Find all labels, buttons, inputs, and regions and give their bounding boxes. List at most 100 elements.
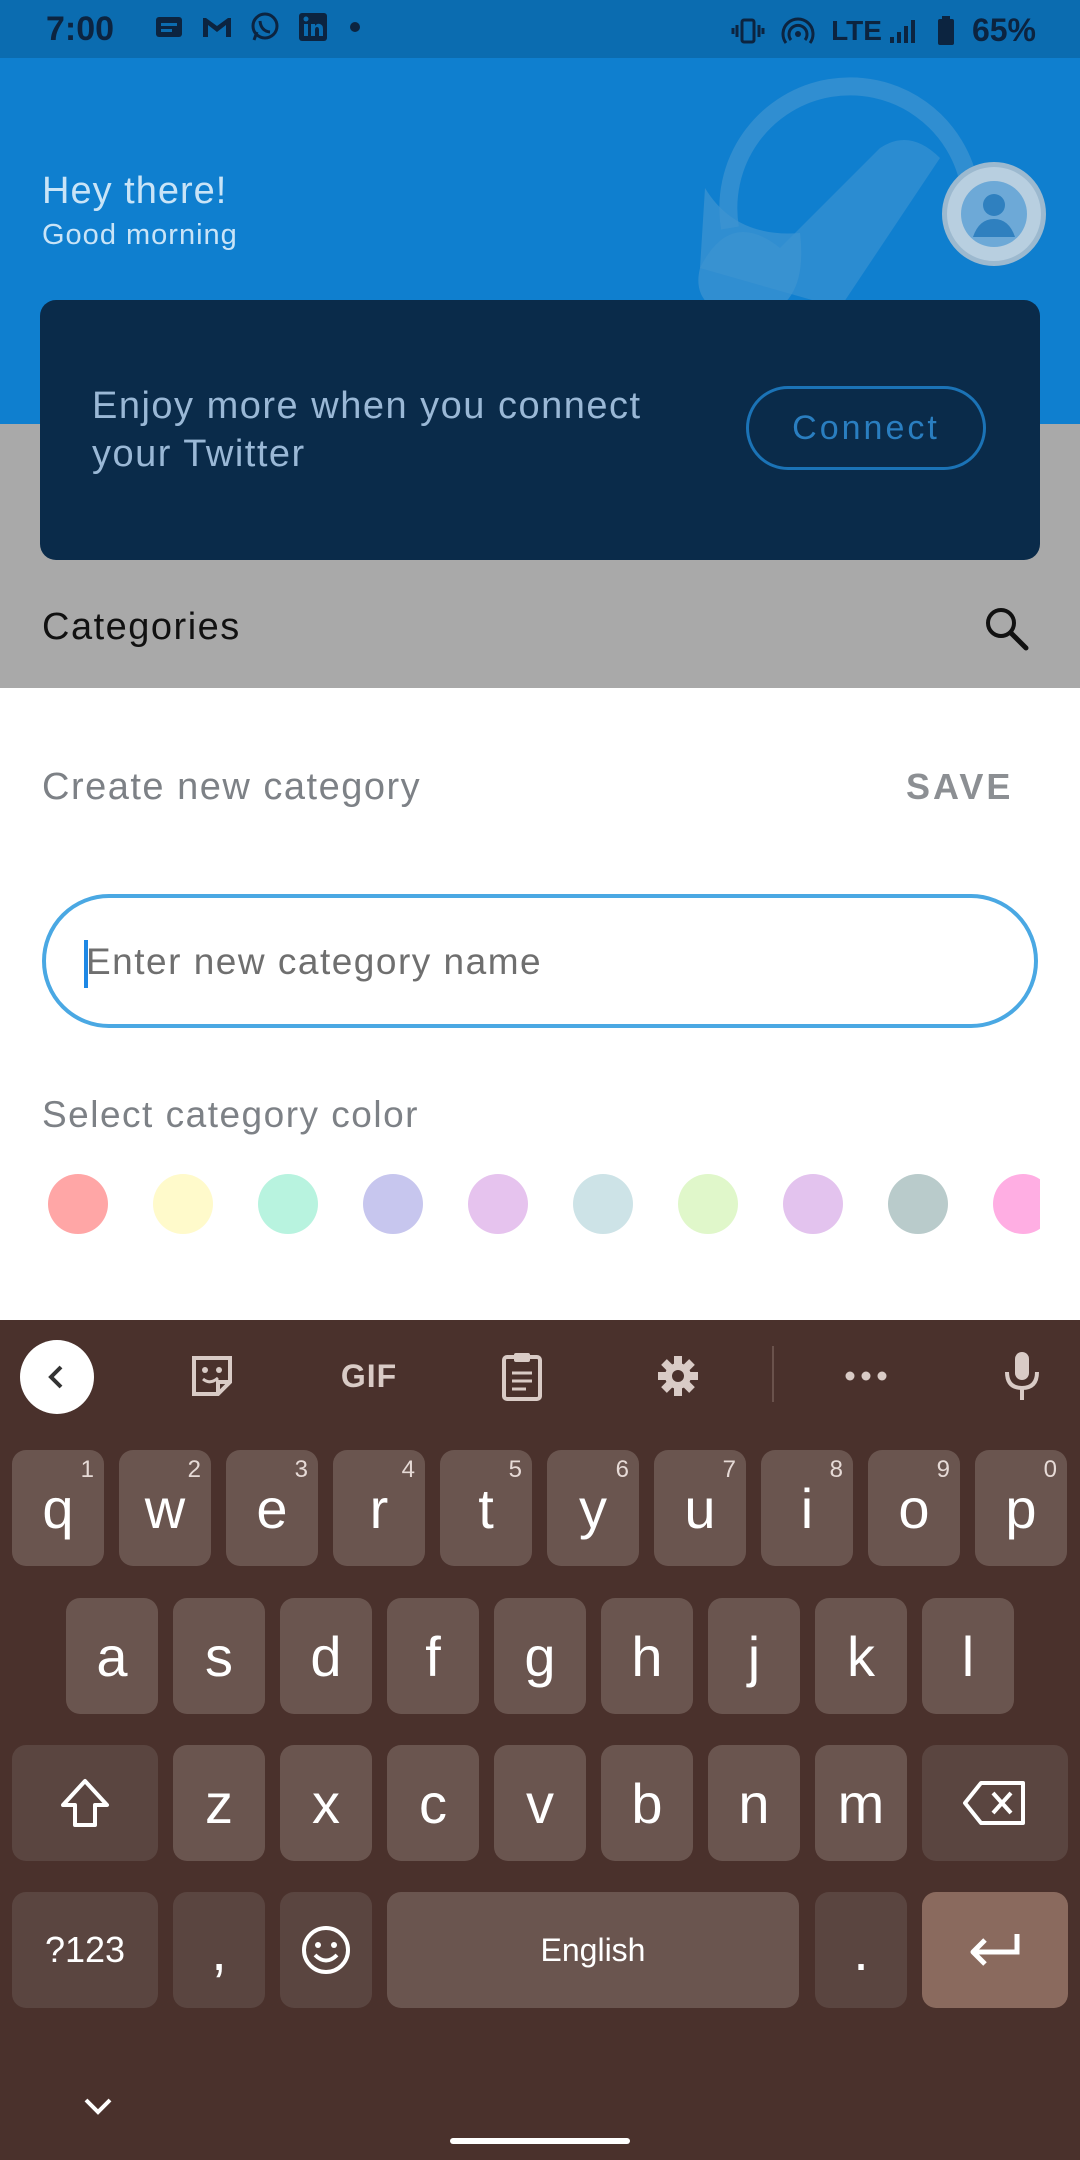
color-swatch[interactable] — [573, 1174, 633, 1234]
key-t[interactable]: t5 — [440, 1450, 532, 1566]
status-bar: 7:00 LTE 65% — [0, 0, 1080, 58]
key-y[interactable]: y6 — [547, 1450, 639, 1566]
key-p[interactable]: p0 — [975, 1450, 1067, 1566]
color-swatch[interactable] — [468, 1174, 528, 1234]
sticker-icon — [192, 1356, 232, 1396]
message-icon — [152, 12, 186, 42]
category-name-field[interactable] — [42, 894, 1038, 1028]
key-a[interactable]: a — [66, 1598, 158, 1714]
microphone-icon — [1005, 1352, 1039, 1400]
key-j[interactable]: j — [708, 1598, 800, 1714]
color-swatch[interactable] — [888, 1174, 948, 1234]
key-o[interactable]: o9 — [868, 1450, 960, 1566]
comma-key[interactable]: , — [173, 1892, 265, 2008]
emoji-icon — [302, 1926, 350, 1974]
greeting-block: Hey there! Good morning — [42, 170, 238, 252]
color-swatch[interactable] — [363, 1174, 423, 1234]
key-x[interactable]: x — [280, 1745, 372, 1861]
key-c[interactable]: c — [387, 1745, 479, 1861]
battery-icon — [936, 15, 956, 46]
sticker-button[interactable] — [182, 1346, 242, 1406]
symbols-key[interactable]: ?123 — [12, 1892, 158, 2008]
signal-icon — [886, 16, 920, 46]
hide-keyboard-icon[interactable] — [80, 2094, 116, 2118]
key-k[interactable]: k — [815, 1598, 907, 1714]
key-d[interactable]: d — [280, 1598, 372, 1714]
categories-heading: Categories — [42, 606, 241, 648]
linkedin-icon — [296, 12, 330, 42]
voice-input-button[interactable] — [992, 1346, 1052, 1406]
key-i[interactable]: i8 — [761, 1450, 853, 1566]
profile-avatar[interactable] — [942, 162, 1046, 266]
color-swatch[interactable] — [993, 1174, 1040, 1234]
settings-button[interactable] — [648, 1346, 708, 1406]
save-button[interactable]: SAVE — [906, 766, 1013, 808]
more-horizontal-icon — [845, 1371, 887, 1381]
key-b[interactable]: b — [601, 1745, 693, 1861]
create-category-sheet: Create new category SAVE Select category… — [0, 688, 1080, 1320]
sheet-title: Create new category — [42, 766, 422, 808]
clipboard-icon — [502, 1353, 542, 1401]
key-w[interactable]: w2 — [119, 1450, 211, 1566]
notification-icons — [152, 12, 360, 42]
key-u[interactable]: u7 — [654, 1450, 746, 1566]
shift-icon — [61, 1779, 109, 1827]
gif-button[interactable]: GIF — [334, 1346, 404, 1406]
key-q[interactable]: q1 — [12, 1450, 104, 1566]
search-icon[interactable] — [982, 604, 1030, 652]
toolbar-collapse-button[interactable] — [20, 1340, 94, 1414]
connect-twitter-card: Enjoy more when you connect your Twitter… — [40, 300, 1040, 560]
key-n[interactable]: n — [708, 1745, 800, 1861]
key-m[interactable]: m — [815, 1745, 907, 1861]
home-indicator[interactable] — [450, 2138, 630, 2144]
backspace-key[interactable] — [922, 1745, 1068, 1861]
space-key[interactable]: English — [387, 1892, 799, 2008]
status-time: 7:00 — [46, 10, 115, 48]
enter-key[interactable] — [922, 1892, 1068, 2008]
more-notifications-icon — [350, 22, 360, 32]
network-type: LTE — [831, 14, 882, 46]
gmail-icon — [200, 12, 234, 42]
key-h[interactable]: h — [601, 1598, 693, 1714]
color-label: Select category color — [42, 1094, 420, 1135]
key-z[interactable]: z — [173, 1745, 265, 1861]
category-name-input[interactable] — [84, 926, 988, 998]
color-swatch[interactable] — [678, 1174, 738, 1234]
battery-percent: 65% — [971, 12, 1036, 48]
shift-key[interactable] — [12, 1745, 158, 1861]
key-e[interactable]: e3 — [226, 1450, 318, 1566]
color-swatch[interactable] — [258, 1174, 318, 1234]
keyboard-toolbar: GIF — [0, 1320, 1080, 1430]
user-icon — [961, 181, 1027, 247]
key-f[interactable]: f — [387, 1598, 479, 1714]
enter-icon — [970, 1934, 1020, 1966]
more-options-button[interactable] — [836, 1346, 896, 1406]
color-swatch[interactable] — [783, 1174, 843, 1234]
key-r[interactable]: r4 — [333, 1450, 425, 1566]
color-swatch[interactable] — [48, 1174, 108, 1234]
backspace-icon — [963, 1781, 1025, 1825]
chevron-left-icon — [48, 1365, 63, 1389]
key-l[interactable]: l — [922, 1598, 1014, 1714]
whatsapp-icon — [248, 12, 282, 42]
period-key[interactable]: . — [815, 1892, 907, 2008]
gear-icon — [658, 1356, 698, 1396]
vibrate-icon — [731, 16, 765, 46]
key-v[interactable]: v — [494, 1745, 586, 1861]
key-s[interactable]: s — [173, 1598, 265, 1714]
hotspot-icon — [781, 16, 815, 46]
color-swatch-list[interactable] — [48, 1174, 1040, 1238]
text-cursor — [84, 940, 88, 988]
greeting-text: Hey there! — [42, 170, 228, 212]
system-icons: LTE 65% — [731, 12, 1036, 49]
connect-message: Enjoy more when you connect your Twitter — [92, 385, 642, 475]
connect-button[interactable]: Connect — [746, 386, 986, 470]
soft-keyboard: GIF q1 w2 e3 r4 t5 y6 u7 i8 o9 p0 a s d … — [0, 1320, 1080, 2160]
time-of-day-greeting: Good morning — [42, 219, 238, 251]
key-g[interactable]: g — [494, 1598, 586, 1714]
gif-icon: GIF — [340, 1357, 398, 1394]
emoji-key[interactable] — [280, 1892, 372, 2008]
toolbar-divider — [772, 1346, 774, 1402]
clipboard-button[interactable] — [492, 1346, 552, 1406]
color-swatch[interactable] — [153, 1174, 213, 1234]
